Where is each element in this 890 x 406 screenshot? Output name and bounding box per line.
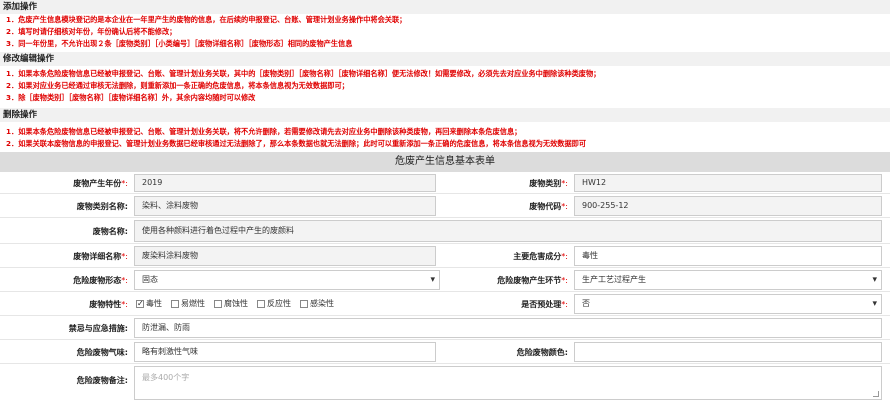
taboo-field[interactable]: 防泄漏、防雨	[134, 318, 882, 338]
remark-placeholder: 最多400个字	[142, 373, 190, 382]
taboo-label: 禁忌与应急措施:	[68, 324, 128, 333]
code-field[interactable]: 900-255-12	[574, 196, 882, 216]
year-field[interactable]: 2019	[134, 174, 436, 192]
property-option-reactive[interactable]: 反应性	[257, 298, 291, 309]
form-row-year: 废物产生年份*: 2019 废物类别*: HW12	[0, 172, 890, 194]
waste-name-label: 废物名称:	[92, 227, 128, 236]
code-label: 废物代码*:	[529, 202, 568, 211]
resize-handle-icon[interactable]	[873, 391, 879, 397]
property-option-toxic[interactable]: 毒性	[136, 298, 162, 309]
form-state-select[interactable]: 固态	[134, 270, 440, 290]
category-name-field[interactable]: 染料、涂料废物	[134, 196, 436, 216]
form-state-label: 危险废物形态*:	[73, 276, 128, 285]
color-label: 危险废物颜色:	[516, 348, 568, 357]
form-row-waste-name: 废物名称: 使用各种颜料进行着色过程中产生的废颜料	[0, 218, 890, 244]
pretreat-select[interactable]: 否	[574, 294, 882, 314]
form-row-property: 废物特性*: 毒性 易燃性 腐蚀性 反应性 感染性 是否预处理*: 否	[0, 292, 890, 316]
category-field[interactable]: HW12	[574, 174, 882, 192]
year-label: 废物产生年份*:	[73, 179, 128, 188]
stage-label: 危险废物产生环节*:	[497, 276, 568, 285]
add-note-2: 2．填写时请仔细核对年份，年份确认后将不能修改；	[6, 27, 177, 36]
delete-section-title: 删除操作	[0, 108, 890, 122]
detail-name-label: 废物详细名称*:	[73, 252, 128, 261]
main-component-label: 主要危害成分*:	[513, 252, 568, 261]
add-note-1: 1．危废产生信息模块登记的是本企业在一年里产生的废物的信息，在后续的申报登记、台…	[6, 15, 407, 24]
checkbox-icon[interactable]	[214, 299, 222, 308]
form-title: 危废产生信息基本表单	[0, 152, 890, 172]
property-option-infectious[interactable]: 感染性	[300, 298, 334, 309]
pretreat-label: 是否预处理*:	[521, 300, 568, 309]
category-label: 废物类别*:	[529, 179, 568, 188]
main-component-field[interactable]: 毒性	[574, 246, 882, 266]
remark-textarea[interactable]: 最多400个字	[134, 366, 882, 400]
property-option-flammable[interactable]: 易燃性	[171, 298, 205, 309]
stage-select[interactable]: 生产工艺过程产生	[574, 270, 882, 290]
edit-note-1: 1．如果本条危险废物信息已经被申报登记、台账、管理计划业务关联，其中的［废物类别…	[6, 69, 601, 78]
form-row-taboo: 禁忌与应急措施: 防泄漏、防雨	[0, 316, 890, 340]
detail-name-field[interactable]: 废染料涂料废物	[134, 246, 436, 266]
category-name-label: 废物类别名称:	[76, 202, 128, 211]
property-checkbox-group: 毒性 易燃性 腐蚀性 反应性 感染性	[136, 298, 343, 309]
checkbox-icon[interactable]	[300, 299, 308, 308]
form-row-detail-name: 废物详细名称*: 废染料涂料废物 主要危害成分*: 毒性	[0, 244, 890, 268]
delete-note-1: 1．如果本条危险废物信息已经被申报登记、台账、管理计划业务关联，将不允许删除，若…	[6, 127, 522, 136]
color-field[interactable]	[574, 342, 882, 362]
property-option-corrosive[interactable]: 腐蚀性	[214, 298, 248, 309]
add-section-title: 添加操作	[0, 0, 890, 14]
delete-note-2: 2．如果关联本废物信息的申报登记、管理计划业务数据已经审核通过无法删除了，那么本…	[6, 139, 587, 148]
smell-label: 危险废物气味:	[76, 348, 128, 357]
checkbox-icon[interactable]	[257, 299, 265, 308]
edit-note-2: 2．如果对应业务已经通过审核无法删除，则重新添加一条正确的危废信息，将本条信息视…	[6, 81, 349, 90]
checkbox-icon[interactable]	[171, 299, 179, 308]
edit-section-title: 修改编辑操作	[0, 52, 890, 66]
form-row-category-name: 废物类别名称: 染料、涂料废物 废物代码*: 900-255-12	[0, 194, 890, 218]
checkbox-checked-icon[interactable]	[136, 299, 144, 308]
form-row-form-state: 危险废物形态*: 固态 危险废物产生环节*: 生产工艺过程产生	[0, 268, 890, 292]
waste-name-field[interactable]: 使用各种颜料进行着色过程中产生的废颜料	[134, 220, 882, 242]
form-row-smell: 危险废物气味: 略有刺激性气味 危险废物颜色:	[0, 340, 890, 364]
remark-label: 危险废物备注:	[76, 376, 128, 385]
form-row-remark: 危险废物备注: 最多400个字	[0, 364, 890, 404]
add-note-3: 3．同一年份里，不允许出现２条［废物类别］［小类编号］［废物详细名称］［废物形态…	[6, 39, 353, 48]
edit-note-3: 3．除［废物类别］［废物名称］［废物详细名称］外，其余内容均随时可以修改	[6, 93, 256, 102]
smell-field[interactable]: 略有刺激性气味	[134, 342, 436, 362]
property-label: 废物特性*:	[89, 300, 128, 309]
